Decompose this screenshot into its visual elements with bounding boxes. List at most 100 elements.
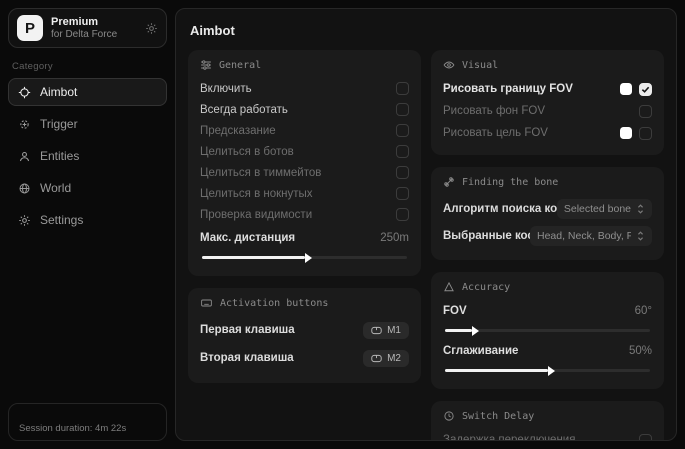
setting-label: Включить <box>200 83 252 95</box>
panel-finding-bone: Finding the bone Алгоритм поиска костей … <box>431 167 664 260</box>
session-duration-text: Session duration: 4m 22s <box>19 423 126 434</box>
bone-icon <box>443 176 455 188</box>
panel-title: Activation buttons <box>220 298 328 309</box>
sidebar-item-trigger[interactable]: Trigger <box>8 110 167 138</box>
setting-row: Предсказание <box>200 120 409 141</box>
setting-label: Проверка видимости <box>200 209 312 221</box>
setting-label: Алгоритм поиска костей <box>443 203 557 215</box>
expand-icon <box>636 231 645 241</box>
app-logo: P <box>17 15 43 41</box>
setting-label: Целиться в тиммейтов <box>200 167 321 179</box>
mouse-icon <box>371 326 382 335</box>
sidebar-item-world[interactable]: World <box>8 174 167 202</box>
checkbox-target-knocked[interactable] <box>396 187 409 200</box>
color-swatch[interactable] <box>620 83 632 95</box>
settings-gear-button[interactable] <box>145 22 158 35</box>
trigger-icon <box>18 118 31 131</box>
setting-row: Проверка видимости <box>200 204 409 225</box>
fov-slider-block: FOV 60° <box>443 300 652 332</box>
session-duration-box: Session duration: 4m 22s <box>8 403 167 441</box>
panel-title: General <box>219 60 261 71</box>
setting-row: Вторая клавиша M2 <box>200 344 409 372</box>
accuracy-icon <box>443 281 455 293</box>
keyboard-icon <box>200 297 213 309</box>
setting-row: Задержка переключения <box>443 429 652 441</box>
selected-bones-dropdown[interactable]: Head, Neck, Body, Pe.. <box>530 226 652 246</box>
setting-row: Рисовать цель FOV <box>443 122 652 144</box>
slider-thumb[interactable] <box>548 366 555 376</box>
category-label: Category <box>12 61 163 72</box>
checkbox-prediction[interactable] <box>396 124 409 137</box>
setting-row: Выбранные кости Head, Neck, Body, Pe.. <box>443 222 652 249</box>
setting-label: Рисовать цель FOV <box>443 127 548 139</box>
checkbox-always-work[interactable] <box>396 103 409 116</box>
entities-icon <box>18 150 31 163</box>
setting-row: Алгоритм поиска костей Selected bone <box>443 195 652 222</box>
setting-label: Первая клавиша <box>200 324 295 336</box>
setting-label: FOV <box>443 305 467 317</box>
keybind-button-first[interactable]: M1 <box>363 322 409 339</box>
slider-value: 60° <box>635 305 652 317</box>
setting-label: Выбранные кости <box>443 230 530 242</box>
globe-icon <box>18 182 31 195</box>
sidebar: P Premium for Delta Force Category Aimbo… <box>0 0 175 449</box>
max-distance-slider[interactable] <box>202 256 407 259</box>
checkbox-draw-fov-background[interactable] <box>639 105 652 118</box>
sidebar-item-label: Settings <box>40 213 83 227</box>
checkbox-draw-fov-border[interactable] <box>639 83 652 96</box>
setting-label: Предсказание <box>200 125 276 137</box>
check-icon <box>641 85 650 94</box>
checkbox-visibility-check[interactable] <box>396 208 409 221</box>
setting-row: Целиться в ботов <box>200 141 409 162</box>
setting-row: Всегда работать <box>200 99 409 120</box>
slider-thumb[interactable] <box>305 253 312 263</box>
app-title: Premium <box>51 16 137 29</box>
slider-value: 50% <box>629 345 652 357</box>
checkbox-target-teammates[interactable] <box>396 166 409 179</box>
panel-title: Finding the bone <box>462 177 558 188</box>
fov-slider[interactable] <box>445 329 650 332</box>
checkbox-target-bots[interactable] <box>396 145 409 158</box>
sidebar-item-label: Aimbot <box>40 85 77 99</box>
slider-thumb[interactable] <box>472 326 479 336</box>
setting-row: Первая клавиша M1 <box>200 316 409 344</box>
setting-label: Рисовать границу FOV <box>443 83 573 95</box>
clock-icon <box>443 410 455 422</box>
setting-label: Всегда работать <box>200 104 288 116</box>
setting-label: Сглаживание <box>443 345 518 357</box>
panel-activation-buttons: Activation buttons Первая клавиша M1 Вто… <box>188 288 421 383</box>
bone-algorithm-dropdown[interactable]: Selected bone <box>557 199 652 219</box>
smoothing-slider-block: Сглаживание 50% <box>443 340 652 372</box>
sidebar-item-label: World <box>40 181 71 195</box>
setting-label: Задержка переключения <box>443 434 575 441</box>
sidebar-item-settings[interactable]: Settings <box>8 206 167 234</box>
premium-card: P Premium for Delta Force <box>8 8 167 48</box>
checkbox-switch-delay[interactable] <box>639 434 652 442</box>
gear-icon <box>145 22 158 35</box>
max-distance-slider-block: Макс. дистанция 250m <box>200 227 409 259</box>
setting-label: Вторая клавиша <box>200 352 294 364</box>
keybind-button-second[interactable]: M2 <box>363 350 409 367</box>
app-subtitle: for Delta Force <box>51 29 137 41</box>
crosshair-icon <box>18 86 31 99</box>
color-swatch[interactable] <box>620 127 632 139</box>
sidebar-item-aimbot[interactable]: Aimbot <box>8 78 167 106</box>
page-title: Aimbot <box>190 23 662 38</box>
checkbox-draw-fov-target[interactable] <box>639 127 652 140</box>
panel-general: General Включить Всегда работать Предска… <box>188 50 421 276</box>
setting-row: Включить <box>200 78 409 99</box>
mouse-icon <box>371 354 382 363</box>
sidebar-item-label: Entities <box>40 149 79 163</box>
panel-visual: Visual Рисовать границу FOV Рисовать фон… <box>431 50 664 155</box>
setting-label: Макс. дистанция <box>200 232 295 244</box>
panel-accuracy: Accuracy FOV 60° Сглаживание <box>431 272 664 389</box>
setting-row: Рисовать границу FOV <box>443 78 652 100</box>
eye-icon <box>443 59 455 71</box>
sliders-icon <box>200 59 212 71</box>
sidebar-item-entities[interactable]: Entities <box>8 142 167 170</box>
setting-row: Рисовать фон FOV <box>443 100 652 122</box>
setting-row: Целиться в тиммейтов <box>200 162 409 183</box>
checkbox-enable[interactable] <box>396 82 409 95</box>
panel-title: Switch Delay <box>462 411 534 422</box>
smoothing-slider[interactable] <box>445 369 650 372</box>
